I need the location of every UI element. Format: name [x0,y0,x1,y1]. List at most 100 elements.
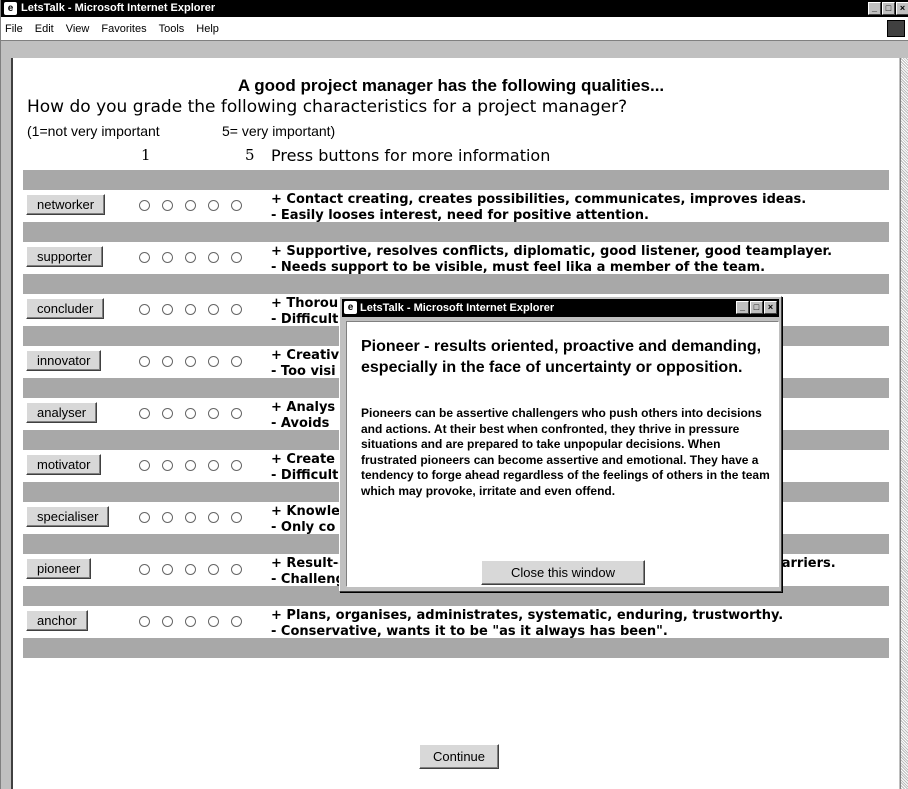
separator-band [23,170,889,190]
rating-radio-1[interactable] [139,200,150,211]
rating-radio-2[interactable] [162,408,173,419]
rating-radio-2[interactable] [162,616,173,627]
rating-radio-1[interactable] [139,564,150,575]
separator-band [23,222,889,242]
menu-tools[interactable]: Tools [159,17,185,40]
rating-radio-2[interactable] [162,252,173,263]
scale-low: (1=not very important [27,123,160,139]
rating-radio-3[interactable] [185,512,196,523]
role-button-pioneer[interactable]: pioneer [26,558,92,579]
vertical-scrollbar[interactable] [900,58,908,789]
menu-help[interactable]: Help [196,17,219,40]
rating-radio-4[interactable] [208,564,219,575]
role-button-supporter[interactable]: supporter [26,246,103,267]
question-text: How do you grade the following character… [27,97,628,117]
rating-radio-group [139,252,242,263]
rating-radio-5[interactable] [231,356,242,367]
ie-throbber-icon [887,20,905,37]
role-strengths: + Analys [271,400,336,415]
rating-radio-4[interactable] [208,616,219,627]
menu-edit[interactable]: Edit [35,17,54,40]
column-header-1: 1 [141,146,151,164]
rating-radio-5[interactable] [231,252,242,263]
rating-radio-1[interactable] [139,356,150,367]
rating-radio-2[interactable] [162,564,173,575]
popup-body: Pioneer - results oriented, proactive an… [346,321,779,587]
role-button-networker[interactable]: networker [26,194,106,215]
rating-radio-4[interactable] [208,252,219,263]
rating-radio-4[interactable] [208,304,219,315]
rating-radio-1[interactable] [139,252,150,263]
rating-radio-5[interactable] [231,564,242,575]
rating-radio-3[interactable] [185,200,196,211]
rating-radio-4[interactable] [208,408,219,419]
rating-radio-4[interactable] [208,460,219,471]
rating-radio-5[interactable] [231,200,242,211]
rating-radio-group [139,616,242,627]
rating-radio-5[interactable] [231,304,242,315]
rating-radio-1[interactable] [139,304,150,315]
popup-minimize-button[interactable]: _ [736,301,749,314]
role-description: + Contact creating, creates possibilitie… [271,192,806,224]
minimize-button[interactable]: _ [868,2,881,15]
role-strengths: + Knowle [271,504,340,519]
rating-radio-group [139,200,242,211]
popup-close-icon[interactable]: × [764,301,777,314]
popup-maximize-button[interactable]: □ [750,301,763,314]
rating-radio-2[interactable] [162,304,173,315]
rating-radio-5[interactable] [231,616,242,627]
role-strengths: + Thorou [271,296,339,311]
role-button-concluder[interactable]: concluder [26,298,105,319]
role-button-anchor[interactable]: anchor [26,610,88,631]
menu-file[interactable]: File [5,17,23,40]
menu-view[interactable]: View [66,17,90,40]
rating-radio-3[interactable] [185,356,196,367]
role-description: + Create - Difficult [271,452,338,484]
rating-radio-2[interactable] [162,460,173,471]
popup-text: Pioneers can be assertive challengers wh… [361,406,770,498]
rating-radio-4[interactable] [208,356,219,367]
role-button-motivator[interactable]: motivator [26,454,102,475]
ie-icon: e [4,2,17,15]
role-strengths: + Create [271,452,335,467]
rating-radio-5[interactable] [231,408,242,419]
separator-band [23,274,889,294]
continue-button[interactable]: Continue [419,744,499,769]
rating-radio-group [139,356,242,367]
role-strengths: + Supportive, resolves conflicts, diplom… [271,244,833,259]
close-button[interactable]: × [896,2,908,15]
rating-radio-3[interactable] [185,616,196,627]
rating-radio-2[interactable] [162,356,173,367]
rating-radio-3[interactable] [185,252,196,263]
rating-radio-3[interactable] [185,304,196,315]
close-window-button[interactable]: Close this window [481,560,645,585]
role-strengths: + Contact creating, creates possibilitie… [271,192,807,207]
rating-radio-1[interactable] [139,460,150,471]
rating-radio-4[interactable] [208,200,219,211]
popup-heading: Pioneer - results oriented, proactive an… [361,338,762,376]
role-description: + Knowle - Only co [271,504,340,536]
rating-radio-group [139,408,242,419]
rating-radio-3[interactable] [185,408,196,419]
browser-window: e LetsTalk - Microsoft Internet Explorer… [0,0,908,789]
rating-radio-3[interactable] [185,460,196,471]
rating-radio-1[interactable] [139,408,150,419]
rating-radio-5[interactable] [231,460,242,471]
role-button-analyser[interactable]: analyser [26,402,98,423]
rating-radio-group [139,304,242,315]
rating-radio-2[interactable] [162,200,173,211]
menu-favorites[interactable]: Favorites [101,17,146,40]
rating-radio-1[interactable] [139,616,150,627]
rating-radio-1[interactable] [139,512,150,523]
rating-radio-3[interactable] [185,564,196,575]
role-description: + Plans, organises, administrates, syste… [271,608,783,640]
rating-radio-2[interactable] [162,512,173,523]
role-button-specialiser[interactable]: specialiser [26,506,110,527]
rating-radio-group [139,564,242,575]
rating-radio-4[interactable] [208,512,219,523]
role-button-innovator[interactable]: innovator [26,350,102,371]
maximize-button[interactable]: □ [882,2,895,15]
rating-radio-5[interactable] [231,512,242,523]
popup-title: LetsTalk - Microsoft Internet Explorer [360,302,555,314]
window-title: LetsTalk - Microsoft Internet Explorer [21,2,216,14]
